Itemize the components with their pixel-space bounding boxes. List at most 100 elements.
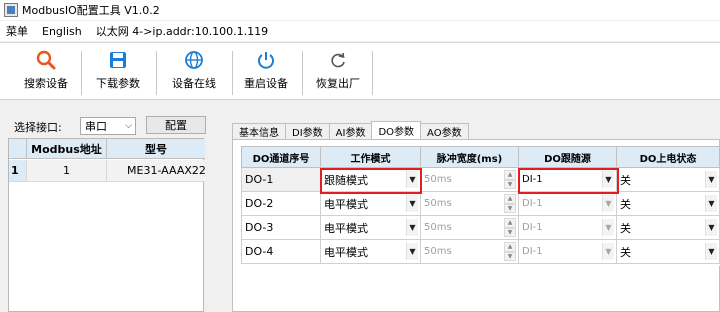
table-row: DO-4 电平模式 ▼ 50ms ▲ ▼ DI-1 ▼ 关 ▼ — [241, 240, 720, 264]
spin-buttons[interactable]: ▲ ▼ — [504, 218, 516, 237]
port-select-value: 串口 — [85, 120, 107, 133]
pulse-stepper[interactable]: 50ms ▲ ▼ — [421, 216, 519, 240]
save-icon — [107, 49, 129, 71]
highlight-mode-box — [320, 168, 422, 194]
power-on-value: 关 — [620, 221, 631, 235]
menu-item-menu[interactable]: 菜单 — [6, 23, 28, 39]
port-label: 选择接口: — [14, 121, 62, 134]
download-params-label: 下载参数 — [96, 77, 140, 90]
source-select[interactable]: DI-1 ▼ — [519, 240, 617, 264]
channel-cell[interactable]: DO-2 — [241, 192, 321, 216]
spin-up-icon[interactable]: ▲ — [504, 218, 516, 228]
do-params-grid: DO通道序号 工作模式 脉冲宽度(ms) DO跟随源 DO上电状态 DO-1 跟… — [241, 146, 720, 266]
mode-value: 电平模式 — [324, 245, 368, 259]
dropdown-arrow-icon: ▼ — [602, 195, 614, 212]
power-icon — [255, 49, 277, 71]
power-on-select[interactable]: 关 ▼ — [617, 192, 720, 216]
dropdown-arrow-icon: ▼ — [602, 243, 614, 260]
dropdown-arrow-icon[interactable]: ▼ — [406, 243, 418, 260]
port-select[interactable]: 串口 ⌵ — [80, 117, 136, 135]
menu-item-english[interactable]: English — [42, 25, 82, 38]
toolbar-divider — [302, 51, 303, 95]
spin-up-icon[interactable]: ▲ — [504, 242, 516, 252]
column-header-address: Modbus地址 — [27, 139, 107, 159]
pulse-stepper[interactable]: 50ms ▲ ▼ — [421, 240, 519, 264]
spin-up-icon[interactable]: ▲ — [504, 170, 516, 180]
globe-icon — [183, 49, 205, 71]
column-header-channel: DO通道序号 — [241, 146, 321, 168]
pulse-value: 50ms — [424, 198, 452, 209]
power-on-select[interactable]: 关 ▼ — [617, 240, 720, 264]
tab-ao-params[interactable]: AO参数 — [420, 123, 469, 139]
mode-select[interactable]: 电平模式 ▼ — [321, 240, 421, 264]
spin-buttons[interactable]: ▲ ▼ — [504, 170, 516, 189]
power-on-select[interactable]: 关 ▼ — [617, 216, 720, 240]
channel-cell[interactable]: DO-3 — [241, 216, 321, 240]
pulse-stepper[interactable]: 50ms ▲ ▼ — [421, 192, 519, 216]
column-header-source: DO跟随源 — [519, 146, 617, 168]
power-on-select[interactable]: 关 ▼ — [617, 168, 720, 192]
tab-di-params[interactable]: DI参数 — [285, 123, 330, 139]
title-bar: ModbusIO配置工具 V1.0.2 — [0, 0, 720, 20]
factory-reset-button[interactable]: 恢复出厂 — [312, 49, 364, 97]
mode-select[interactable]: 电平模式 ▼ — [321, 192, 421, 216]
toolbar-divider — [81, 51, 82, 95]
column-header-power-on: DO上电状态 — [617, 146, 720, 168]
param-tabs: 基本信息 DI参数 AI参数 DO参数 AO参数 — [232, 121, 469, 139]
dropdown-arrow-icon[interactable]: ▼ — [705, 243, 717, 260]
search-icon — [35, 49, 57, 71]
spin-buttons[interactable]: ▲ ▼ — [504, 242, 516, 261]
spin-down-icon[interactable]: ▼ — [504, 203, 516, 213]
source-value: DI-1 — [522, 222, 543, 233]
power-on-value: 关 — [620, 173, 631, 187]
tab-do-params[interactable]: DO参数 — [371, 121, 422, 139]
source-value: DI-1 — [522, 246, 543, 257]
table-row: DO-3 电平模式 ▼ 50ms ▲ ▼ DI-1 ▼ 关 ▼ — [241, 216, 720, 240]
table-row: DO-1 跟随模式 ▼ 50ms ▲ ▼ DI-1 ▼ 关 ▼ — [241, 168, 720, 192]
highlight-source-box — [518, 168, 619, 194]
device-grid: Modbus地址 型号 1 1 ME31-AAAX2240 — [8, 138, 205, 312]
device-online-button[interactable]: 设备在线 — [166, 49, 222, 97]
config-button[interactable]: 配置 — [146, 116, 206, 134]
address-cell[interactable]: 1 — [27, 160, 107, 182]
tab-basic-info[interactable]: 基本信息 — [232, 123, 286, 139]
channel-cell[interactable]: DO-1 — [241, 168, 321, 192]
app-icon — [4, 3, 18, 17]
toolbar-divider — [156, 51, 157, 95]
mode-value: 电平模式 — [324, 221, 368, 235]
row-index[interactable]: 1 — [9, 160, 27, 182]
restart-device-button[interactable]: 重启设备 — [240, 49, 292, 97]
pulse-value: 50ms — [424, 222, 452, 233]
dropdown-arrow-icon[interactable]: ▼ — [406, 195, 418, 212]
dropdown-arrow-icon[interactable]: ▼ — [705, 171, 717, 188]
dropdown-arrow-icon[interactable]: ▼ — [705, 195, 717, 212]
toolbar-divider — [232, 51, 233, 95]
download-params-button[interactable]: 下载参数 — [92, 49, 144, 97]
source-select[interactable]: DI-1 ▼ — [519, 216, 617, 240]
tab-ai-params[interactable]: AI参数 — [328, 123, 373, 139]
spin-down-icon[interactable]: ▼ — [504, 227, 516, 237]
pulse-stepper[interactable]: 50ms ▲ ▼ — [421, 168, 519, 192]
table-row: DO-2 电平模式 ▼ 50ms ▲ ▼ DI-1 ▼ 关 ▼ — [241, 192, 720, 216]
menu-bar: 菜单 English 以太网 4->ip.addr:10.100.1.119 — [0, 21, 720, 41]
source-select[interactable]: DI-1 ▼ — [519, 192, 617, 216]
column-header-pulse: 脉冲宽度(ms) — [421, 146, 519, 168]
spin-buttons[interactable]: ▲ ▼ — [504, 194, 516, 213]
menu-item-network[interactable]: 以太网 4->ip.addr:10.100.1.119 — [96, 23, 268, 39]
spin-down-icon[interactable]: ▼ — [504, 251, 516, 261]
device-online-label: 设备在线 — [172, 77, 216, 90]
dropdown-arrow-icon: ▼ — [602, 219, 614, 236]
power-on-value: 关 — [620, 245, 631, 259]
toolbar-divider — [372, 51, 373, 95]
search-device-label: 搜索设备 — [24, 77, 68, 90]
pulse-value: 50ms — [424, 246, 452, 257]
spin-down-icon[interactable]: ▼ — [504, 179, 516, 189]
spin-up-icon[interactable]: ▲ — [504, 194, 516, 204]
mode-select[interactable]: 电平模式 ▼ — [321, 216, 421, 240]
channel-cell[interactable]: DO-4 — [241, 240, 321, 264]
dropdown-arrow-icon[interactable]: ▼ — [406, 219, 418, 236]
search-device-button[interactable]: 搜索设备 — [20, 49, 72, 97]
model-cell[interactable]: ME31-AAAX2240 — [107, 160, 205, 182]
pulse-value: 50ms — [424, 174, 452, 185]
dropdown-arrow-icon[interactable]: ▼ — [705, 219, 717, 236]
